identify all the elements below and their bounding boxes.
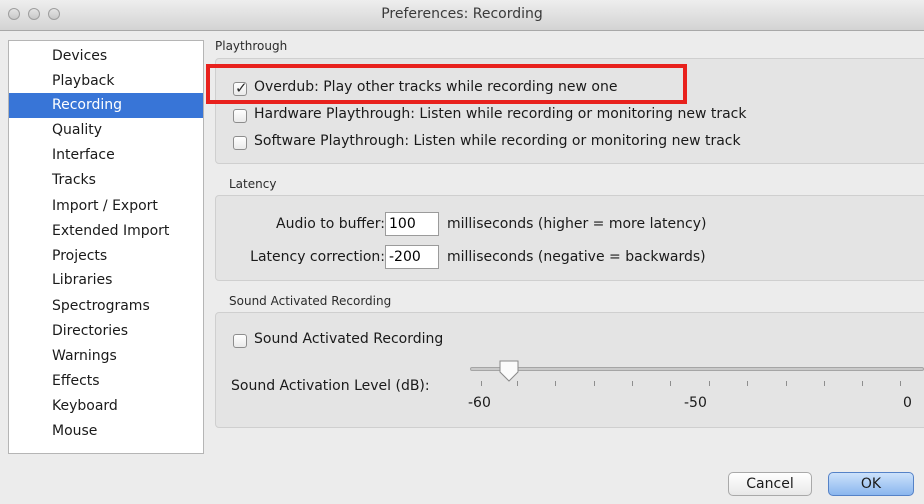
sidebar-item-playback[interactable]: Playback [9,69,203,94]
audio-buffer-label: Audio to buffer: [276,216,385,232]
slider-tick [632,381,633,386]
software-playthrough-label: Software Playthrough: Listen while recor… [254,133,741,149]
sidebar-item-recording[interactable]: Recording [9,93,203,118]
latency-group [215,195,924,281]
slider-tick [786,381,787,386]
sidebar-item-projects[interactable]: Projects [9,244,203,269]
sound-activated-checkbox[interactable] [233,334,247,348]
cancel-button[interactable]: Cancel [728,472,812,496]
window-title: Preferences: Recording [381,6,543,22]
slider-tick [747,381,748,386]
sidebar-item-warnings[interactable]: Warnings [9,344,203,369]
sidebar-item-effects[interactable]: Effects [9,369,203,394]
activation-level-slider-track[interactable] [470,367,924,371]
ok-button[interactable]: OK [828,472,914,496]
slider-tick-label-mid: -50 [684,395,707,411]
slider-tick-label-max: 0 [903,395,912,411]
hardware-playthrough-checkbox[interactable] [233,109,247,123]
hardware-playthrough-label: Hardware Playthrough: Listen while recor… [254,106,747,122]
sidebar-item-quality[interactable]: Quality [9,118,203,143]
latency-correction-units: milliseconds (negative = backwards) [447,249,706,265]
overdub-highlight-box [206,64,687,104]
slider-tick-label-min: -60 [468,395,491,411]
slider-tick [555,381,556,386]
sidebar-item-directories[interactable]: Directories [9,319,203,344]
sidebar-item-extended-import[interactable]: Extended Import [9,219,203,244]
sound-activated-heading: Sound Activated Recording [229,294,392,308]
sidebar-item-devices[interactable]: Devices [9,44,203,69]
audio-buffer-input[interactable] [385,212,439,236]
slider-tick [481,381,482,386]
software-playthrough-checkbox[interactable] [233,136,247,150]
sidebar-item-keyboard[interactable]: Keyboard [9,394,203,419]
playthrough-heading: Playthrough [215,39,288,53]
preferences-category-list[interactable]: Devices Playback Recording Quality Inter… [8,40,204,454]
activation-level-label: Sound Activation Level (dB): [231,378,430,394]
sidebar-item-import-export[interactable]: Import / Export [9,194,203,219]
slider-tick [517,381,518,386]
sidebar-item-libraries[interactable]: Libraries [9,268,203,293]
latency-correction-input[interactable] [385,245,439,269]
slider-tick [709,381,710,386]
slider-tick [900,381,901,386]
sidebar-item-tracks[interactable]: Tracks [9,168,203,193]
latency-correction-label: Latency correction: [250,249,385,265]
sidebar-item-mouse[interactable]: Mouse [9,419,203,444]
slider-tick [594,381,595,386]
sound-activated-label: Sound Activated Recording [254,331,444,347]
activation-level-slider-thumb[interactable] [498,360,520,382]
title-bar: Preferences: Recording [0,0,924,31]
slider-tick [862,381,863,386]
slider-tick [824,381,825,386]
sidebar-item-spectrograms[interactable]: Spectrograms [9,294,203,319]
audio-buffer-units: milliseconds (higher = more latency) [447,216,707,232]
latency-heading: Latency [229,177,277,191]
sidebar-item-interface[interactable]: Interface [9,143,203,168]
slider-tick [670,381,671,386]
